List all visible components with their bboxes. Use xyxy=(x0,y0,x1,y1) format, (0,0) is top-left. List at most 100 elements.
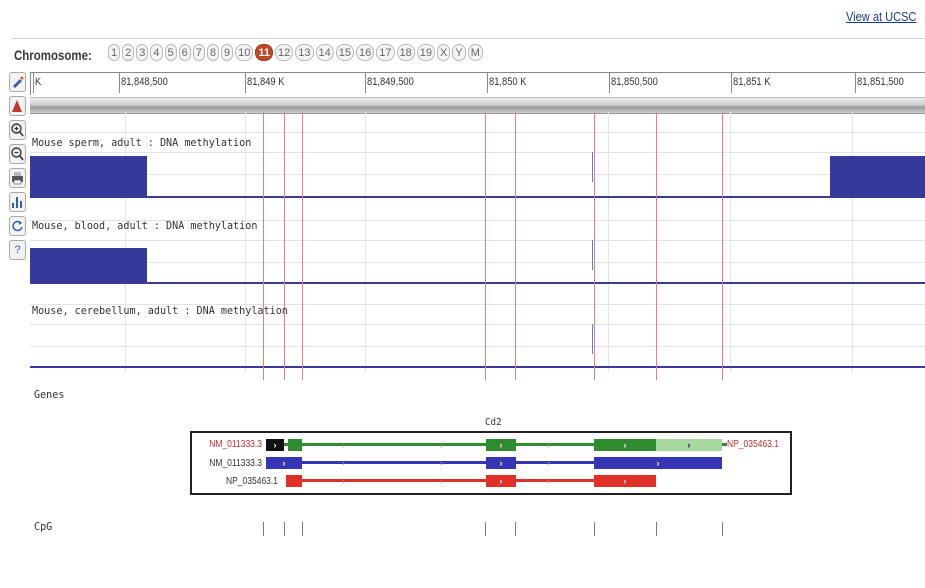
chromosome-button-18[interactable]: 18 xyxy=(396,44,415,61)
marker-line xyxy=(722,112,723,380)
chromosome-button-12[interactable]: 12 xyxy=(275,44,294,61)
cpg-mark xyxy=(594,522,595,536)
ruler-tick xyxy=(119,73,120,93)
feature-icon[interactable] xyxy=(9,96,26,116)
cpg-mark xyxy=(485,522,486,536)
chromosome-button-13[interactable]: 13 xyxy=(295,44,314,61)
chromosome-button-y[interactable]: Y xyxy=(452,44,466,61)
transcript-1-right-label[interactable]: NP_035463.1 xyxy=(727,439,779,450)
exon-block[interactable]: › xyxy=(266,457,302,469)
grid-line-horizontal xyxy=(30,152,925,153)
strand-chevron-icon: › xyxy=(547,458,550,468)
strand-chevron-icon: › xyxy=(547,440,550,450)
chromosome-button-2[interactable]: 2 xyxy=(122,44,135,61)
cpg-section-label: CpG xyxy=(34,520,53,533)
track-label-cerebellum: Mouse, cerebellum, adult : DNA methylati… xyxy=(32,304,288,317)
chromosome-button-3[interactable]: 3 xyxy=(136,44,149,61)
ruler-tick xyxy=(731,73,732,93)
ruler-tick xyxy=(609,73,610,93)
view-at-ucsc-link[interactable]: View at UCSC xyxy=(846,9,916,24)
marker-line xyxy=(515,112,516,380)
chromosome-button-1[interactable]: 1 xyxy=(108,44,121,61)
zoom-in-icon[interactable] xyxy=(9,120,26,140)
marker-line xyxy=(263,112,264,380)
chromosome-button-9[interactable]: 9 xyxy=(221,44,234,61)
refresh-icon[interactable] xyxy=(9,216,26,236)
coverage-mark xyxy=(592,152,593,182)
ruler-label: 81,850 K xyxy=(489,76,527,88)
track-baseline xyxy=(30,366,925,368)
ruler-tick xyxy=(487,73,488,93)
transcript-1-left-label[interactable]: NM_011333.3 xyxy=(192,439,262,450)
chromosome-button-6[interactable]: 6 xyxy=(178,44,191,61)
grid-line-horizontal xyxy=(30,324,925,325)
exon-block[interactable]: › xyxy=(594,439,656,451)
exon-block[interactable] xyxy=(286,475,302,487)
chromosome-button-m[interactable]: M xyxy=(467,44,483,61)
track-baseline xyxy=(30,196,925,198)
grid-line-horizontal xyxy=(30,240,925,241)
genes-section-label: Genes xyxy=(34,388,65,401)
marker-line xyxy=(656,112,657,380)
methylation-block xyxy=(830,156,925,196)
chromosome-button-x[interactable]: X xyxy=(437,44,451,61)
grid-line-vertical xyxy=(730,112,731,372)
tool-panel: ? xyxy=(9,72,27,260)
chromosome-button-10[interactable]: 10 xyxy=(235,44,254,61)
ruler-tick xyxy=(855,73,856,93)
chromosome-button-16[interactable]: 16 xyxy=(356,44,375,61)
cpg-mark xyxy=(722,522,723,536)
strand-chevron-icon: › xyxy=(342,458,345,468)
exon-block[interactable]: › xyxy=(266,439,284,451)
coverage-mark xyxy=(592,240,593,270)
cpg-mark xyxy=(302,522,303,536)
track-label-sperm: Mouse sperm, adult : DNA methylation xyxy=(32,136,252,149)
coordinate-ruler[interactable]: K 81,848,500 81,849 K 81,849,500 81,850 K 81,… xyxy=(30,72,925,95)
chromosome-selector: 1 2 3 4 5 6 7 8 9 10 11 12 13 14 15 16 17 18 19 X Y M xyxy=(108,44,483,61)
exon-block[interactable] xyxy=(288,439,302,451)
chromosome-button-19[interactable]: 19 xyxy=(416,44,436,61)
methylation-block xyxy=(30,248,147,282)
ruler-label: 81,851 K xyxy=(733,76,771,88)
exon-block[interactable]: › xyxy=(594,475,656,487)
ruler-tick xyxy=(365,73,366,93)
strand-chevron-icon: › xyxy=(547,476,550,486)
chromosome-button-8[interactable]: 8 xyxy=(206,44,219,61)
grid-line-vertical xyxy=(608,112,609,372)
coverage-mark xyxy=(592,324,593,354)
ruler-tick xyxy=(33,73,34,93)
chromosome-button-4[interactable]: 4 xyxy=(150,44,163,61)
chromosome-button-5[interactable]: 5 xyxy=(164,44,177,61)
grid-line-vertical xyxy=(365,112,366,372)
chromosome-button-15[interactable]: 15 xyxy=(335,44,355,61)
chromosome-button-14[interactable]: 14 xyxy=(315,44,334,61)
exon-block[interactable]: › xyxy=(486,475,516,487)
transcript-3-left-label[interactable]: NP_035463.1 xyxy=(195,476,278,487)
ruler-label: 81,849,500 xyxy=(367,76,414,88)
help-icon[interactable]: ? xyxy=(9,240,26,260)
ruler-label: 81,848,500 xyxy=(121,76,168,88)
ruler-tick xyxy=(245,73,246,93)
chromosome-button-17[interactable]: 17 xyxy=(376,44,395,61)
cpg-mark xyxy=(656,522,657,536)
zoom-out-icon[interactable] xyxy=(9,144,26,164)
print-icon[interactable] xyxy=(9,168,26,188)
exon-block[interactable]: › xyxy=(486,439,516,451)
chromosome-button-11[interactable]: 11 xyxy=(255,44,274,61)
strand-chevron-icon: › xyxy=(342,440,345,450)
exon-block[interactable]: › xyxy=(486,457,516,469)
ruler-label: 81,851,500 xyxy=(857,76,904,88)
chart-icon[interactable] xyxy=(9,192,26,212)
exon-block[interactable]: › xyxy=(656,439,722,451)
marker-line xyxy=(302,112,303,380)
gene-symbol[interactable]: Cd2 xyxy=(485,417,502,428)
select-tool-icon[interactable] xyxy=(9,72,26,92)
exon-block[interactable]: › xyxy=(594,457,722,469)
transcript-2-left-label[interactable]: NM_011333.3 xyxy=(192,458,262,469)
grid-line-vertical xyxy=(245,112,246,372)
grid-line-horizontal xyxy=(30,346,925,347)
gene-model-box[interactable]: › › › › › › › › › › › › › › › › › › xyxy=(190,431,792,495)
chromosome-button-7[interactable]: 7 xyxy=(192,44,205,61)
strand-chevron-icon: › xyxy=(440,476,443,486)
track-label-blood: Mouse, blood, adult : DNA methylation xyxy=(32,219,258,232)
